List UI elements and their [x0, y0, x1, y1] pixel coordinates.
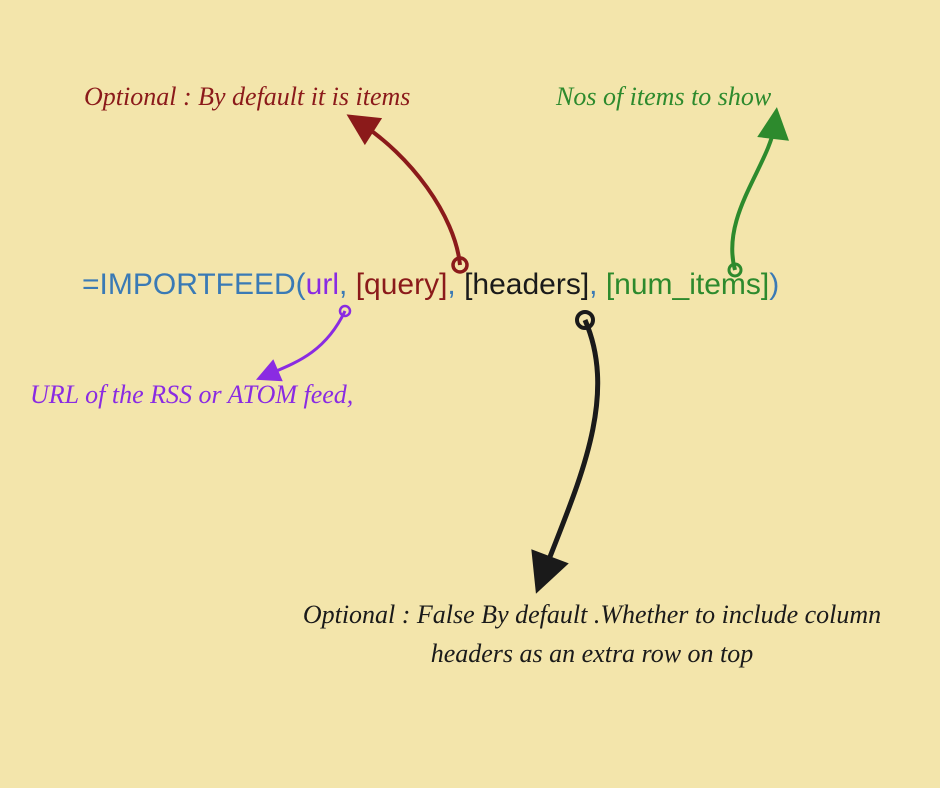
arrow-headers — [525, 310, 625, 590]
annotation-headers: Optional : False By default .Whether to … — [292, 595, 892, 673]
formula-function-name: IMPORTFEED — [100, 268, 296, 301]
formula-arg-headers: [headers] — [464, 268, 589, 301]
annotation-url: URL of the RSS or ATOM feed, — [30, 380, 353, 410]
arrow-numitems — [720, 115, 820, 275]
annotation-query: Optional : By default it is items — [84, 82, 410, 112]
formula: =IMPORTFEED(url, [query], [headers], [nu… — [82, 268, 779, 302]
formula-comma: , — [447, 268, 464, 301]
annotation-numitems: Nos of items to show — [556, 82, 771, 112]
arrow-query — [340, 115, 480, 275]
formula-comma: , — [589, 268, 606, 301]
formula-equals: = — [82, 268, 100, 301]
formula-arg-numitems: [num_items] — [606, 268, 769, 301]
formula-open-paren: ( — [296, 268, 306, 301]
formula-arg-url: url — [306, 268, 339, 301]
formula-comma: , — [339, 268, 356, 301]
formula-close-paren: ) — [769, 268, 779, 301]
formula-arg-query: [query] — [356, 268, 448, 301]
